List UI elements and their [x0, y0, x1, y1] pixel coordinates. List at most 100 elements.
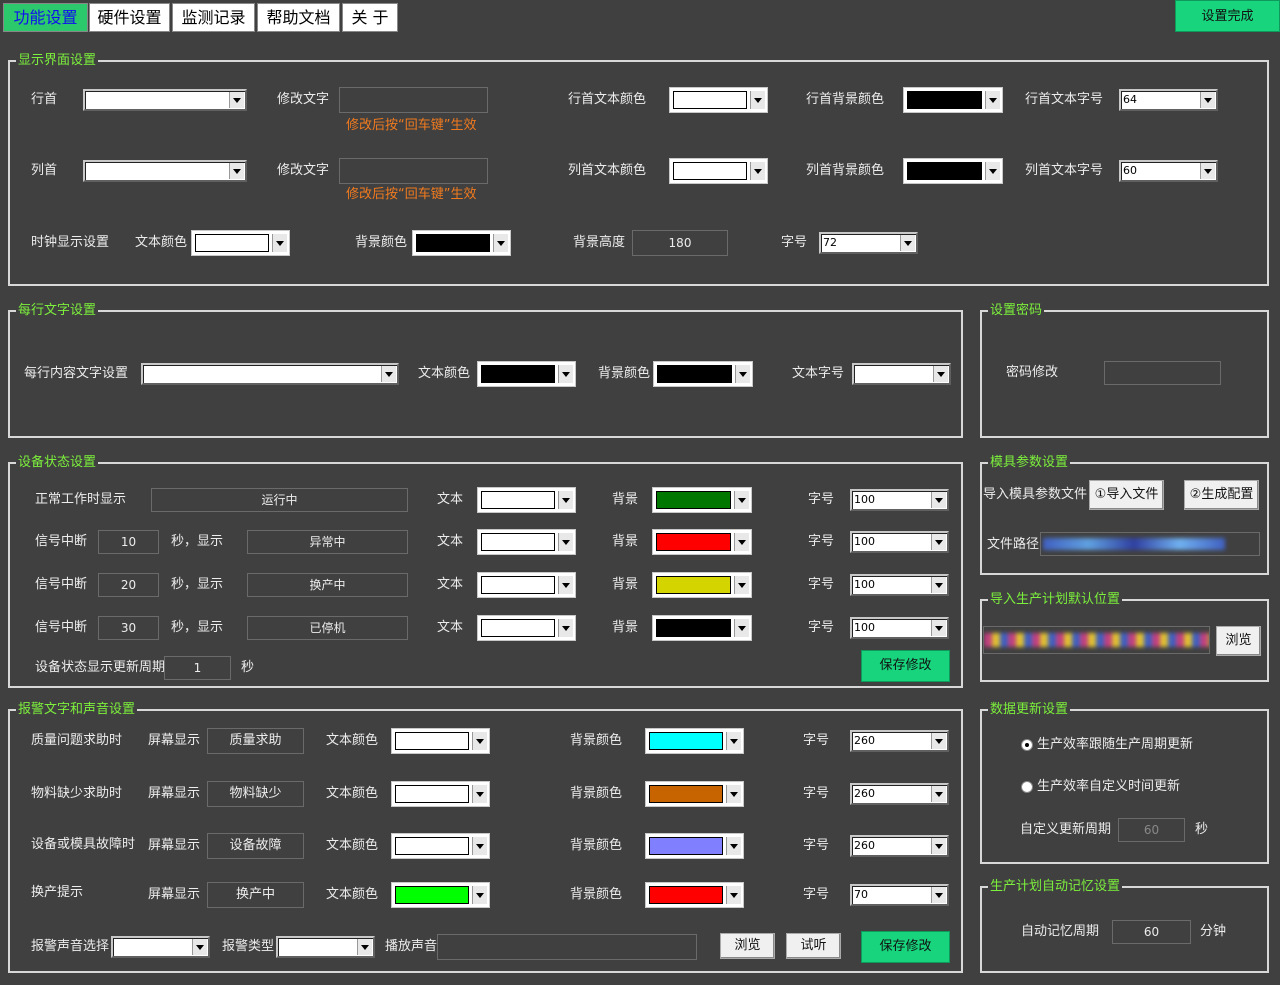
- alarm-text-color-select[interactable]: [391, 882, 490, 908]
- col-font-select[interactable]: 60: [1119, 160, 1218, 182]
- line-bg-color-label: 背景颜色: [598, 366, 651, 381]
- chevron-down-icon: [734, 491, 749, 509]
- sound-select[interactable]: [111, 936, 210, 958]
- row-modify-text-label: 修改文字: [277, 92, 330, 107]
- plan-browse-button[interactable]: 浏览: [1216, 626, 1261, 656]
- signal-font-select[interactable]: 100: [850, 617, 949, 639]
- normal-bg-color-select[interactable]: [652, 487, 752, 513]
- memory-period-unit: 分钟: [1200, 924, 1227, 939]
- play-sound-label: 播放声音: [385, 939, 438, 954]
- alarm-bg-color-label: 背景颜色: [570, 838, 623, 853]
- alarm-bg-color-select[interactable]: [645, 882, 744, 908]
- alarm-display-input[interactable]: 设备故障: [207, 833, 304, 859]
- col-text-color-select[interactable]: [669, 158, 768, 184]
- play-sound-input[interactable]: [437, 934, 697, 960]
- import-file-button[interactable]: ①导入文件: [1089, 480, 1164, 510]
- signal-seconds-input[interactable]: 30: [98, 616, 159, 640]
- line-bg-color-select[interactable]: [653, 361, 753, 387]
- status-period-input[interactable]: 1: [164, 656, 231, 680]
- col-bg-color-select[interactable]: [903, 158, 1003, 184]
- alarm-font-select[interactable]: 260: [850, 783, 949, 805]
- row-head-select[interactable]: [83, 89, 247, 111]
- col-modify-text-input[interactable]: [339, 158, 488, 184]
- alarm-text-color-select[interactable]: [391, 728, 490, 754]
- file-path-label: 文件路径: [987, 537, 1040, 552]
- line-font-select[interactable]: [852, 363, 951, 385]
- settings-done-button[interactable]: 设置完成: [1175, 0, 1280, 32]
- chevron-down-icon: [985, 91, 1000, 109]
- alarm-bg-color-select[interactable]: [645, 833, 744, 859]
- password-input[interactable]: [1104, 361, 1221, 385]
- alarm-bg-color-select[interactable]: [645, 728, 744, 754]
- line-content-select[interactable]: [141, 363, 399, 385]
- alarm-font-select[interactable]: 70: [850, 884, 949, 906]
- plan-path-input[interactable]: [983, 626, 1210, 654]
- col-font-label: 列首文本字号: [1025, 163, 1104, 178]
- memory-period-label: 自动记忆周期: [1021, 924, 1100, 939]
- radio-follow-cycle[interactable]: [1021, 739, 1033, 751]
- generate-config-button[interactable]: ②生成配置: [1184, 480, 1259, 510]
- signal-display-input[interactable]: 异常中: [247, 530, 408, 554]
- signal-seconds-input[interactable]: 20: [98, 573, 159, 597]
- row-text-color-select[interactable]: [669, 87, 768, 113]
- alarm-font-select[interactable]: 260: [850, 730, 949, 752]
- line-font-label: 文本字号: [792, 366, 845, 381]
- clock-bg-color-label: 背景颜色: [355, 235, 408, 250]
- row-bg-color-select[interactable]: [903, 87, 1003, 113]
- status-save-button[interactable]: 保存修改: [861, 650, 950, 682]
- alarm-font-value: 260: [854, 787, 875, 800]
- tab-hardware-settings[interactable]: 硬件设置: [89, 3, 170, 32]
- alarm-font-label: 字号: [803, 733, 830, 748]
- alarm-browse-button[interactable]: 浏览: [720, 933, 775, 959]
- radio-custom-time[interactable]: [1021, 781, 1033, 793]
- alarm-bg-color-select[interactable]: [645, 781, 744, 807]
- normal-text-color-select[interactable]: [477, 487, 576, 513]
- alarm-listen-button[interactable]: 试听: [786, 933, 841, 959]
- signal-display-input[interactable]: 已停机: [247, 616, 408, 640]
- signal-label: 信号中断: [35, 577, 88, 592]
- signal-text-color-select[interactable]: [477, 615, 576, 641]
- signal-font-select[interactable]: 100: [850, 531, 949, 553]
- chevron-down-icon: [726, 837, 741, 855]
- clock-bg-color-select[interactable]: [412, 230, 511, 256]
- signal-bg-color-select[interactable]: [652, 572, 752, 598]
- alarm-row-name: 设备或模具故障时: [31, 837, 136, 852]
- signal-text-color-select[interactable]: [477, 572, 576, 598]
- alarm-display-input[interactable]: 质量求助: [207, 728, 304, 754]
- memory-period-input[interactable]: 60: [1112, 920, 1191, 944]
- alarm-display-input[interactable]: 换产中: [207, 882, 304, 908]
- custom-period-input[interactable]: 60: [1118, 818, 1185, 842]
- tab-help-docs[interactable]: 帮助文档: [257, 3, 340, 32]
- line-content-label: 每行内容文字设置: [24, 366, 129, 381]
- col-head-select[interactable]: [83, 160, 247, 182]
- signal-seconds-input[interactable]: 10: [98, 530, 159, 554]
- clock-text-color-select[interactable]: [191, 230, 290, 256]
- signal-bg-color-select[interactable]: [652, 529, 752, 555]
- row-modify-text-input[interactable]: [339, 87, 488, 113]
- normal-font-select[interactable]: 100: [850, 489, 949, 511]
- file-path-redacted: [1043, 538, 1225, 550]
- row-font-select[interactable]: 64: [1119, 89, 1218, 111]
- status-font-label: 字号: [808, 492, 835, 507]
- normal-work-input[interactable]: 运行中: [151, 488, 408, 512]
- tab-about[interactable]: 关 于: [342, 3, 398, 32]
- alarm-type-select[interactable]: [276, 936, 375, 958]
- chevron-down-icon: [381, 366, 396, 382]
- signal-bg-color-select[interactable]: [652, 615, 752, 641]
- clock-bg-height-input[interactable]: 180: [632, 230, 728, 256]
- signal-text-color-select[interactable]: [477, 529, 576, 555]
- alarm-display-input[interactable]: 物料缺少: [207, 781, 304, 807]
- alarm-title: 报警文字和声音设置: [16, 702, 138, 718]
- tab-monitor-records[interactable]: 监测记录: [172, 3, 255, 32]
- signal-display-input[interactable]: 换产中: [247, 573, 408, 597]
- signal-font-select[interactable]: 100: [850, 574, 949, 596]
- file-path-input[interactable]: [1040, 532, 1260, 556]
- alarm-text-color-select[interactable]: [391, 833, 490, 859]
- line-text-color-select[interactable]: [477, 361, 576, 387]
- status-text-label: 文本: [437, 492, 464, 507]
- alarm-text-color-select[interactable]: [391, 781, 490, 807]
- alarm-font-select[interactable]: 260: [850, 835, 949, 857]
- alarm-save-button[interactable]: 保存修改: [861, 931, 950, 963]
- tab-function-settings[interactable]: 功能设置: [3, 3, 88, 32]
- clock-font-select[interactable]: 72: [819, 232, 918, 254]
